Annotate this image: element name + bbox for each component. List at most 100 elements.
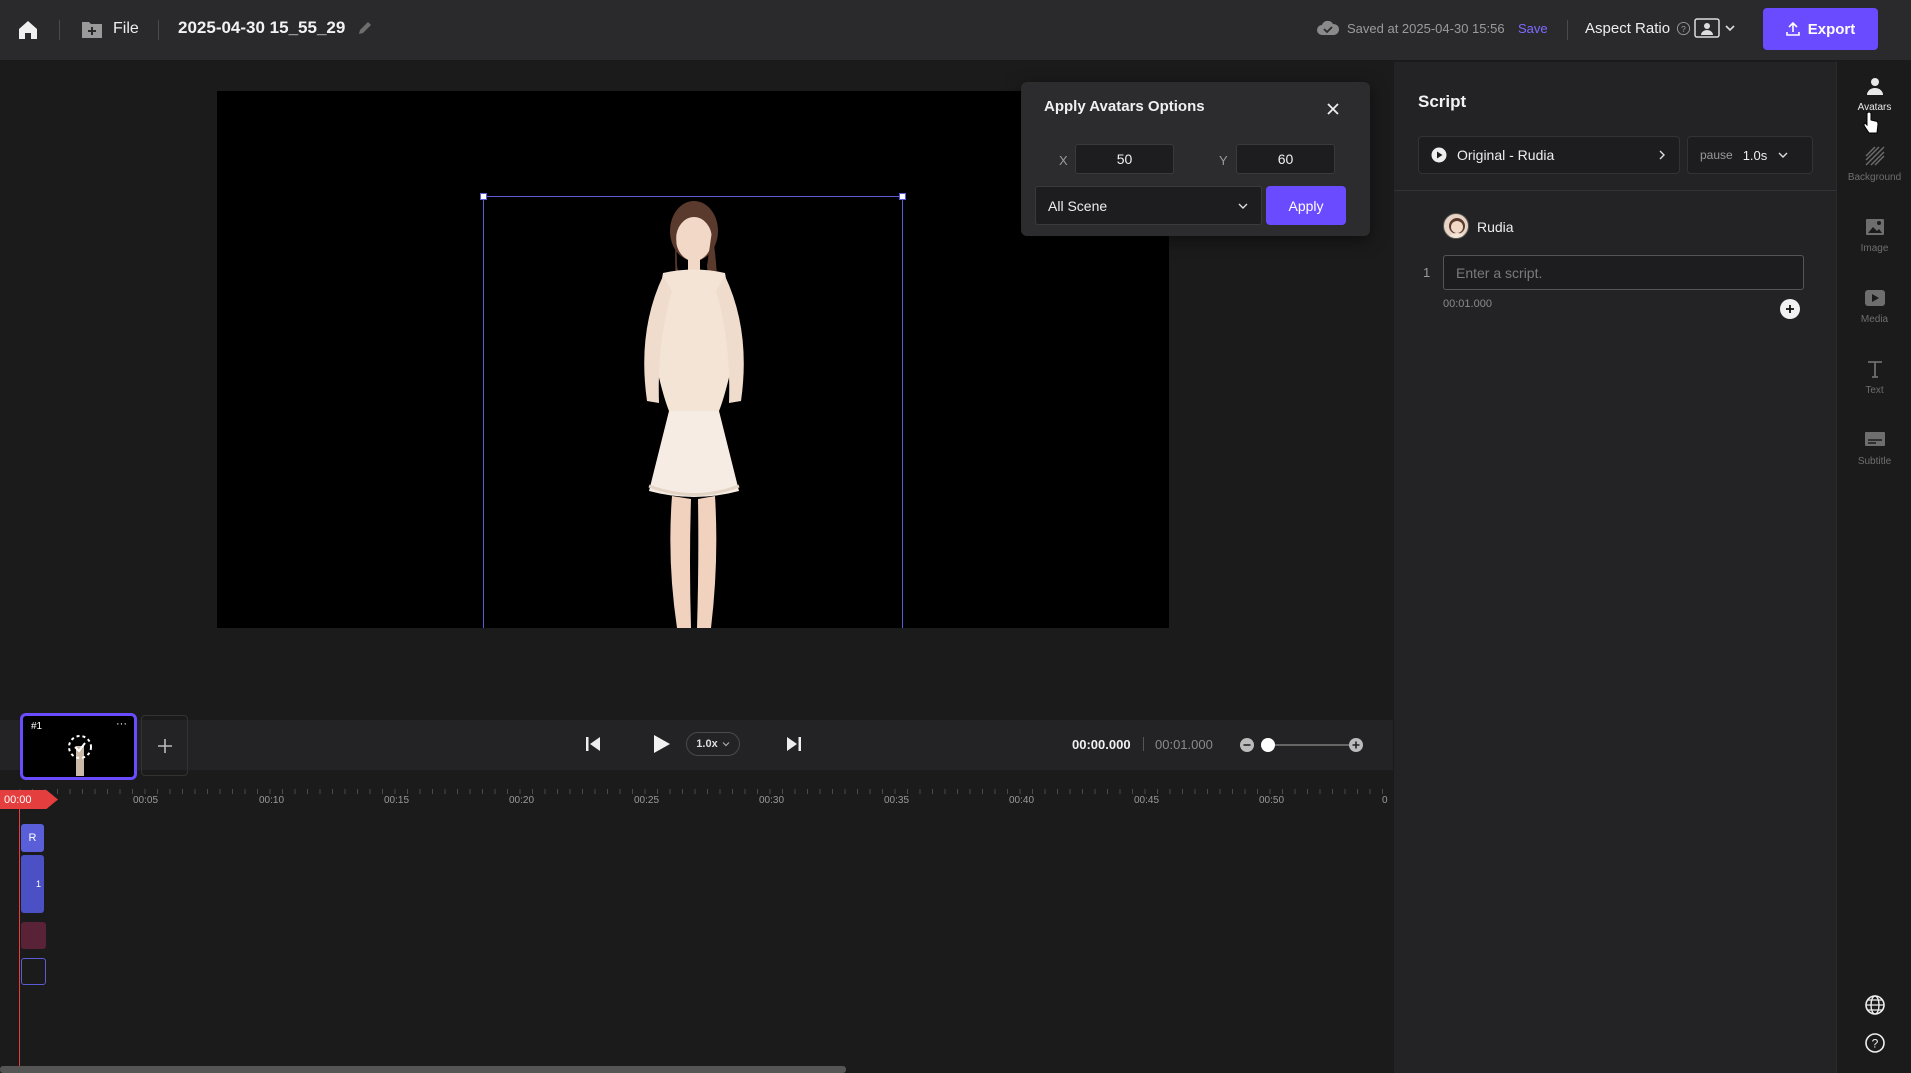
close-button[interactable] [1322,98,1344,120]
toolbar-item-image[interactable]: Image [1837,205,1911,265]
current-time: 00:00.000 [1072,737,1131,752]
script-line-time: 00:01.000 [1443,298,1492,310]
apply-label: Apply [1288,197,1324,214]
text-icon [1867,360,1882,378]
audio-track-clip[interactable] [21,922,46,949]
avatar-track-clip[interactable]: R [21,824,44,852]
export-label: Export [1807,20,1856,38]
timeline-horizontal-scrollbar[interactable] [0,1066,846,1073]
ruler-tick-label: 00:30 [759,795,785,806]
total-time: 00:01.000 [1155,737,1213,752]
editor-area: Apply Avatars Options X Y All Scene Appl… [0,62,1393,1073]
toolbar-item-label: Text [1865,384,1884,396]
top-bar: File 2025-04-30 15_55_29 Saved at 2025-0… [0,0,1911,61]
right-toolbar: Avatars Background Image Media Text Subt… [1836,62,1911,1073]
apply-button[interactable]: Apply [1266,186,1346,225]
player-controls: 1.0x 00:00.000 00:01.000 [0,720,1393,770]
toolbar-item-background[interactable]: Background [1837,134,1911,194]
script-panel-title: Script [1418,92,1467,111]
file-menu-label: File [113,20,139,37]
divider [59,20,60,40]
add-script-line-button[interactable] [1780,299,1800,319]
scene-thumbnail[interactable]: #1 ··· [20,713,137,780]
help-icon[interactable]: ? [1676,21,1691,36]
script-panel: Script Original - Rudia pause 1.0s Rudia… [1393,62,1837,1073]
toolbar-item-subtitle[interactable]: Subtitle [1837,418,1911,478]
ruler-tick-label: 0 [1382,795,1388,806]
playhead-line [19,808,20,1073]
svg-text:?: ? [1872,1037,1879,1051]
avatar-selection-box[interactable] [480,193,906,628]
ruler-ticks [19,789,1383,794]
scene-scope-value: All Scene [1048,197,1108,214]
zoom-in-icon[interactable] [1348,737,1364,753]
apply-avatars-options-popup: Apply Avatars Options X Y All Scene Appl… [1021,82,1370,236]
empty-track-slot[interactable] [21,958,46,985]
upload-icon [1785,22,1800,36]
person-icon [1866,77,1883,95]
toolbar-item-text[interactable]: Text [1837,347,1911,407]
aspect-ratio-dropdown[interactable] [1694,18,1736,38]
zoom-slider-track[interactable] [1264,744,1354,746]
divider [1567,20,1568,40]
ruler-tick-label: 00:15 [384,795,410,806]
globe-icon[interactable] [1864,994,1886,1016]
image-icon [1865,218,1884,235]
help-icon[interactable]: ? [1864,1032,1886,1054]
aspect-ratio-group: Aspect Ratio ? [1585,20,1691,37]
y-label: Y [1219,153,1228,168]
hatch-icon [1865,146,1884,165]
chevron-right-icon [1659,150,1665,160]
loading-spinner-icon [68,735,92,776]
scene-menu-button[interactable]: ··· [116,718,127,730]
cloud-check-icon [1317,20,1339,35]
playback-speed-select[interactable]: 1.0x [686,732,740,756]
zoom-slider-handle[interactable] [1261,738,1275,752]
scene-scope-select[interactable]: All Scene [1035,186,1262,225]
add-scene-button[interactable] [141,715,188,776]
playhead-marker[interactable]: 00:00 [0,790,58,809]
plus-icon [1786,305,1794,313]
edit-pencil-icon[interactable] [357,20,373,36]
skip-back-icon[interactable] [584,735,602,753]
pause-value: 1.0s [1742,147,1768,163]
resize-handle-tl[interactable] [480,193,487,200]
home-icon [19,21,37,39]
chevron-down-icon [1778,152,1788,158]
y-input[interactable] [1236,144,1335,174]
time-divider [1143,737,1144,751]
resize-handle-tr[interactable] [899,193,906,200]
home-button[interactable] [16,18,40,42]
play-icon[interactable] [650,733,672,755]
script-input[interactable] [1443,255,1804,290]
file-menu-button[interactable]: File [81,19,139,39]
toolbar-item-media[interactable]: Media [1837,276,1911,336]
voice-select-value: Original - Rudia [1457,147,1555,163]
divider [158,20,159,40]
export-button[interactable]: Export [1763,8,1878,50]
pause-select[interactable]: pause 1.0s [1687,136,1813,174]
ruler-tick-label: 00:45 [1134,795,1160,806]
script-track-clip[interactable]: 1 [21,855,44,913]
zoom-out-icon[interactable] [1239,737,1255,753]
save-status: Saved at 2025-04-30 15:56 [1317,20,1505,36]
popup-title: Apply Avatars Options [1044,98,1205,115]
ruler-tick-label: 00:50 [1259,795,1285,806]
scene-number: #1 [31,721,43,732]
divider [1394,190,1837,191]
svg-text:?: ? [1681,24,1686,34]
script-clip-label: 1 [35,879,41,889]
avatar-face-icon [1448,218,1466,238]
avatar-clip-label: R [28,832,37,844]
skip-forward-icon[interactable] [785,735,803,753]
voice-select[interactable]: Original - Rudia [1418,136,1680,174]
portrait-frame-icon [1694,18,1720,38]
timeline-ruler[interactable]: 00:05 00:10 00:15 00:20 00:25 00:30 00:3… [0,785,1393,811]
close-icon [1327,103,1339,115]
project-title-group: 2025-04-30 15_55_29 [178,18,373,38]
save-button[interactable]: Save [1518,21,1548,36]
plus-icon [157,738,172,753]
x-input[interactable] [1075,144,1174,174]
chevron-down-icon [722,742,730,747]
folder-plus-icon [82,22,102,38]
